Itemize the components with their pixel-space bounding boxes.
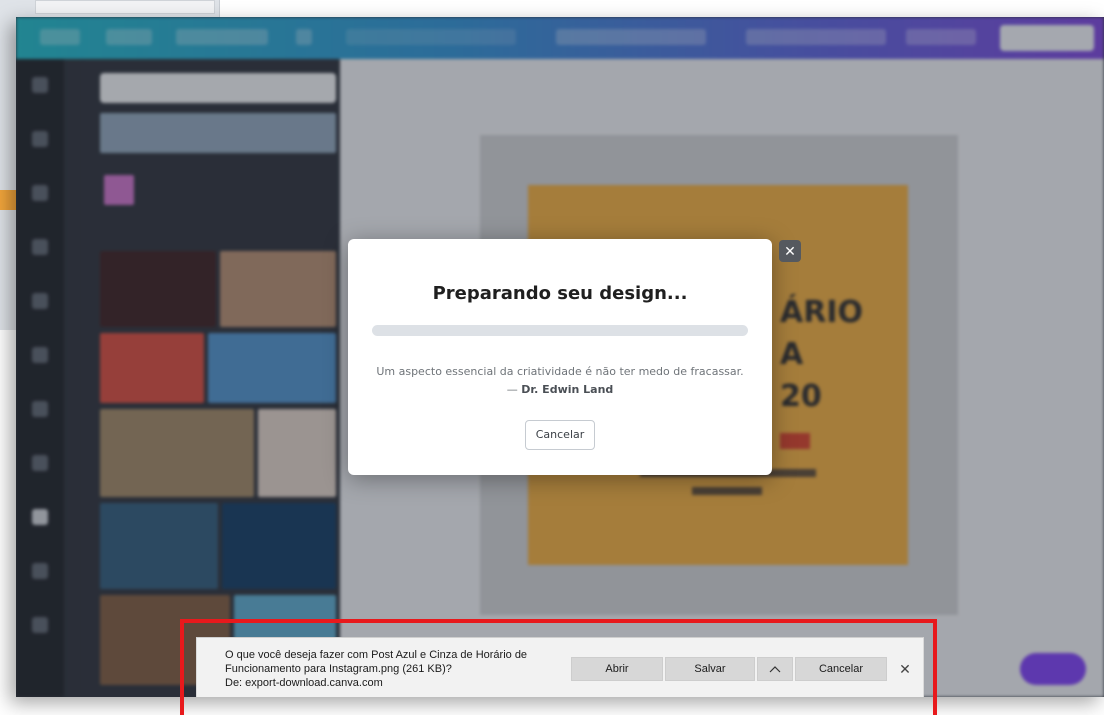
progress-bar — [372, 325, 748, 336]
close-icon[interactable]: ✕ — [779, 240, 801, 262]
quote-author: Dr. Edwin Land — [521, 383, 614, 396]
open-button[interactable]: Abrir — [571, 657, 663, 681]
cancel-button[interactable]: Cancelar — [525, 420, 595, 450]
download-message-line: O que você deseja fazer com Post Azul e … — [225, 649, 528, 661]
close-icon[interactable]: ✕ — [897, 661, 913, 677]
download-source: De: export-download.canva.com — [225, 677, 383, 689]
dialog-quote: Um aspecto essencial da criatividade é n… — [372, 363, 748, 399]
background-window-strip — [35, 0, 215, 14]
download-message: O que você deseja fazer com Post Azul e … — [225, 648, 555, 690]
download-notification-bar: O que você deseja fazer com Post Azul e … — [196, 637, 924, 697]
screen: ÁRIO A 20 Preparando seu design... Um as… — [0, 0, 1104, 715]
chevron-up-icon[interactable] — [757, 657, 793, 681]
download-message-line: Funcionamento para Instagram.png (261 KB… — [225, 663, 452, 675]
save-button[interactable]: Salvar — [665, 657, 755, 681]
preparing-design-dialog: Preparando seu design... Um aspecto esse… — [348, 239, 772, 475]
dialog-title: Preparando seu design... — [432, 283, 688, 304]
cancel-download-button[interactable]: Cancelar — [795, 657, 887, 681]
